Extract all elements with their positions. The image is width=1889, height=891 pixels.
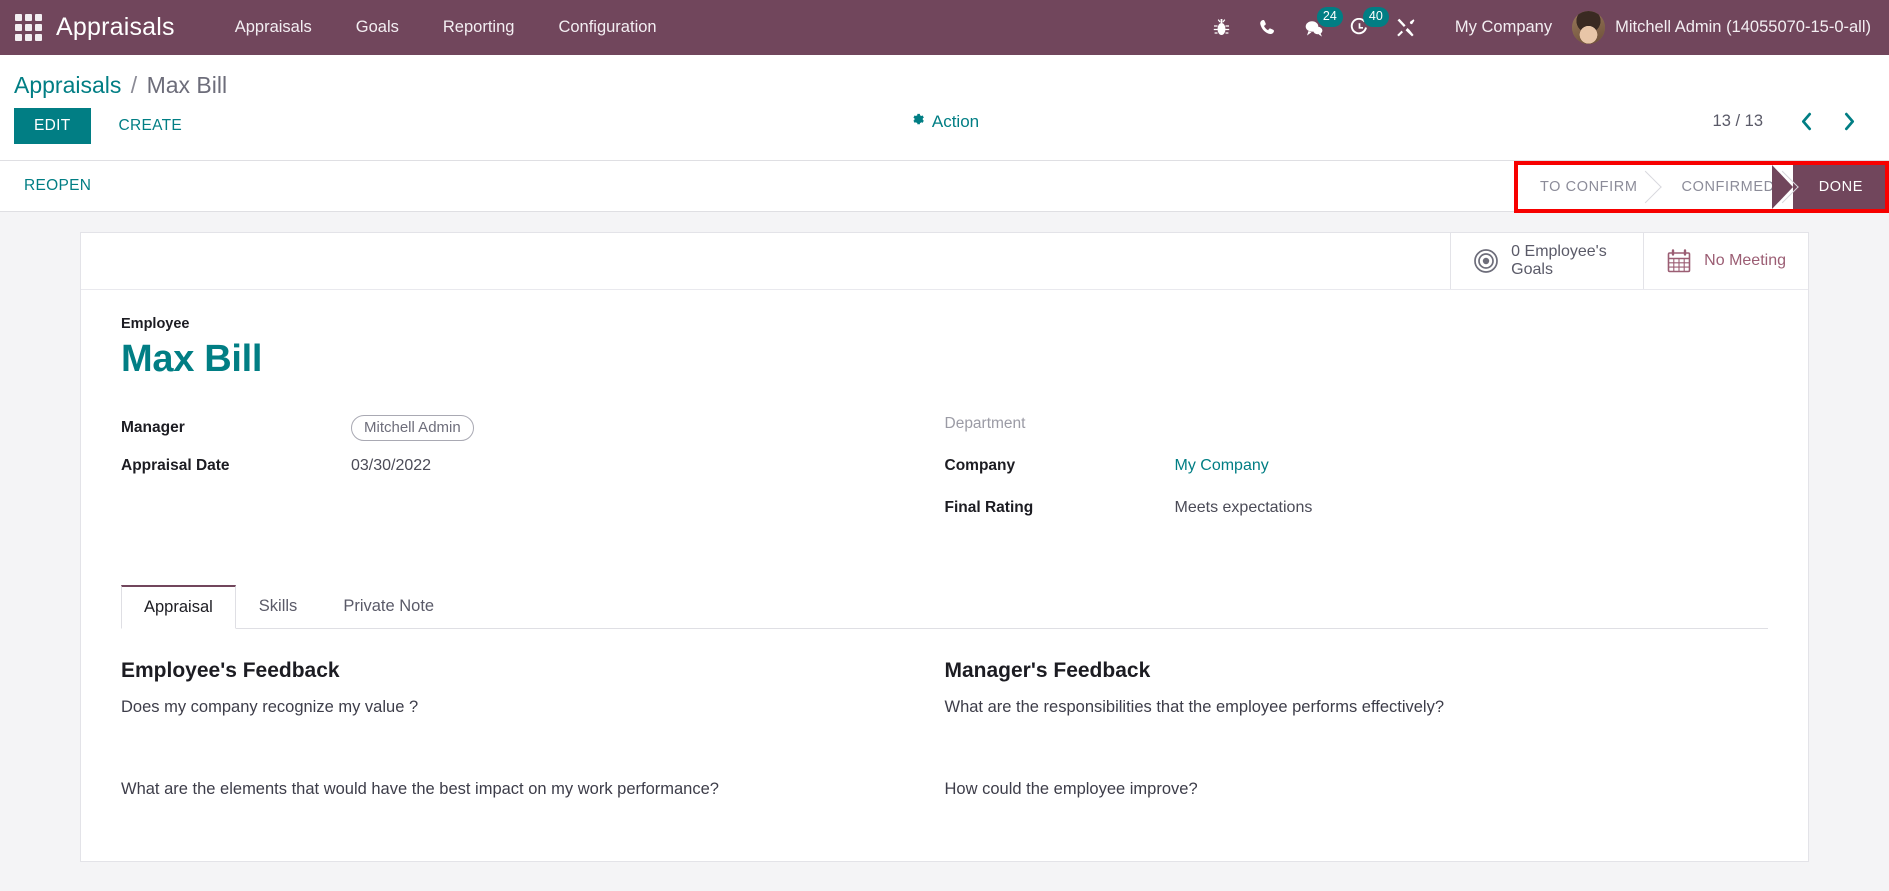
calendar-icon xyxy=(1666,248,1692,274)
employee-feedback-section: Employee's Feedback Does my company reco… xyxy=(121,659,945,861)
employee-field-label: Employee xyxy=(121,316,190,332)
meeting-stat[interactable]: No Meeting xyxy=(1643,233,1808,289)
tab-skills[interactable]: Skills xyxy=(236,585,321,629)
final-rating-label: Final Rating xyxy=(944,499,1034,516)
sheet-body: Employee Max Bill Manager Mitchell Admin… xyxy=(81,290,1808,861)
breadcrumb-current: Max Bill xyxy=(146,72,228,98)
action-menu[interactable]: Action xyxy=(910,112,979,132)
tools-icon[interactable] xyxy=(1383,0,1429,55)
menu-reporting[interactable]: Reporting xyxy=(421,0,537,55)
status-pipeline-highlight: TO CONFIRM CONFIRMED DONE xyxy=(1513,161,1889,213)
control-panel-buttons: EDIT CREATE Action 13 / 13 xyxy=(0,108,1889,160)
meeting-label: No Meeting xyxy=(1704,251,1786,269)
breadcrumb-root[interactable]: Appraisals xyxy=(14,72,121,98)
tab-private-note[interactable]: Private Note xyxy=(320,585,457,629)
employee-feedback-title: Employee's Feedback xyxy=(121,659,340,682)
employee-feedback-question-1[interactable]: Does my company recognize my value ? xyxy=(121,696,915,718)
manager-value[interactable]: Mitchell Admin xyxy=(351,415,474,441)
appraisal-date-label: Appraisal Date xyxy=(121,457,230,474)
manager-feedback-question-1[interactable]: What are the responsibilities that the e… xyxy=(945,696,1739,718)
edit-button[interactable]: EDIT xyxy=(14,108,91,144)
manager-label: Manager xyxy=(121,419,185,436)
notebook-tabs: Appraisal Skills Private Note xyxy=(121,585,1768,629)
field-row-manager: Manager Mitchell Admin xyxy=(121,415,945,450)
messages-icon[interactable]: 24 xyxy=(1291,0,1343,55)
tab-panel-appraisal: Employee's Feedback Does my company reco… xyxy=(121,629,1768,861)
bug-icon[interactable] xyxy=(1199,0,1245,55)
status-step-to-confirm[interactable]: TO CONFIRM xyxy=(1517,165,1656,209)
notebook: Appraisal Skills Private Note Employee's… xyxy=(121,585,1768,861)
avatar[interactable] xyxy=(1572,11,1606,44)
field-row-department: Department xyxy=(945,415,1769,450)
reopen-button[interactable]: REOPEN xyxy=(18,169,97,203)
field-row-appraisal-date: Appraisal Date 03/30/2022 xyxy=(121,457,945,492)
gear-icon xyxy=(910,112,925,132)
employee-feedback-question-2[interactable]: What are the elements that would have th… xyxy=(121,778,915,800)
company-label: Company xyxy=(944,457,1016,474)
phone-icon[interactable] xyxy=(1245,0,1291,55)
form-background: 0 Employee's Goals No Meeting Employee M… xyxy=(0,212,1889,891)
employee-goals-stat[interactable]: 0 Employee's Goals xyxy=(1450,233,1643,289)
chevron-right-icon[interactable] xyxy=(1828,112,1871,131)
status-pipeline: TO CONFIRM CONFIRMED DONE xyxy=(1517,165,1885,209)
menu-configuration[interactable]: Configuration xyxy=(536,0,678,55)
pager-count: 13 / 13 xyxy=(1712,112,1763,130)
app-brand-title: Appraisals xyxy=(56,13,175,41)
statusbar-row: REOPEN TO CONFIRM CONFIRMED DONE xyxy=(0,160,1889,213)
field-groups: Manager Mitchell Admin Appraisal Date 03… xyxy=(121,415,1768,541)
manager-feedback-question-2[interactable]: How could the employee improve? xyxy=(945,778,1739,800)
department-label: Department xyxy=(944,415,1026,432)
menu-goals[interactable]: Goals xyxy=(334,0,421,55)
menu-appraisals[interactable]: Appraisals xyxy=(213,0,334,55)
record-sheet: 0 Employee's Goals No Meeting Employee M… xyxy=(80,232,1809,862)
pager: 13 / 13 xyxy=(1713,112,1871,131)
manager-feedback-section: Manager's Feedback What are the responsi… xyxy=(945,659,1769,861)
field-group-right: Department Company My Company Final Rati… xyxy=(945,415,1769,541)
breadcrumb: Appraisals / Max Bill xyxy=(0,55,1889,108)
field-group-left: Manager Mitchell Admin Appraisal Date 03… xyxy=(121,415,945,541)
manager-feedback-title: Manager's Feedback xyxy=(944,659,1151,682)
activity-clock-icon[interactable]: 40 xyxy=(1337,0,1389,55)
tab-appraisal[interactable]: Appraisal xyxy=(121,585,236,629)
field-row-final-rating: Final Rating Meets expectations xyxy=(945,499,1769,534)
chevron-left-icon[interactable] xyxy=(1785,112,1828,131)
company-switcher[interactable]: My Company xyxy=(1429,18,1572,37)
employee-goals-label: 0 Employee's Goals xyxy=(1511,242,1607,278)
appraisal-date-value: 03/30/2022 xyxy=(351,457,432,474)
company-value[interactable]: My Company xyxy=(1175,457,1269,475)
bullseye-icon xyxy=(1473,248,1499,274)
page-title: Max Bill xyxy=(121,338,263,380)
status-step-done[interactable]: DONE xyxy=(1771,165,1885,209)
top-navbar: Appraisals Appraisals Goals Reporting Co… xyxy=(0,0,1889,55)
stat-button-box: 0 Employee's Goals No Meeting xyxy=(81,233,1808,290)
create-button[interactable]: CREATE xyxy=(101,108,201,144)
user-menu[interactable]: Mitchell Admin (14055070-15-0-all) xyxy=(1615,18,1871,37)
action-label: Action xyxy=(931,112,980,131)
apps-grid-icon[interactable] xyxy=(0,0,56,55)
control-panel: Appraisals / Max Bill EDIT CREATE Action… xyxy=(0,55,1889,160)
breadcrumb-separator: / xyxy=(130,72,138,98)
field-row-company: Company My Company xyxy=(945,457,1769,492)
final-rating-value: Meets expectations xyxy=(1174,499,1313,516)
